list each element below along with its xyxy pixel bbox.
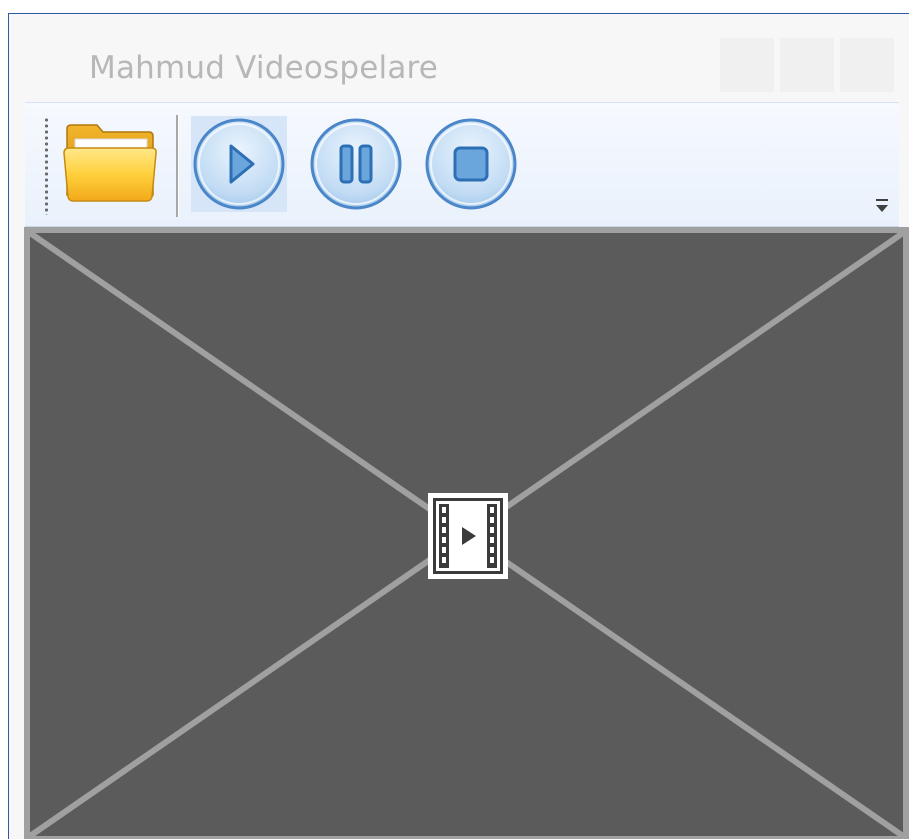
toolbar <box>25 102 899 227</box>
toolbar-overflow-button[interactable] <box>874 197 890 215</box>
toolbar-overflow-icon <box>876 199 888 212</box>
stop-button[interactable] <box>423 116 519 212</box>
window-title: Mahmud Videospelare <box>89 50 439 86</box>
toolbar-separator <box>176 115 179 217</box>
video-display[interactable] <box>24 227 909 839</box>
play-button[interactable] <box>191 116 287 212</box>
title-bar[interactable]: Mahmud Videospelare <box>9 14 909 100</box>
open-file-button[interactable] <box>61 121 161 205</box>
video-placeholder-icon <box>428 493 508 579</box>
minimize-button[interactable] <box>720 38 774 92</box>
video-player-window: Mahmud Videospelare <box>8 13 909 839</box>
close-button[interactable] <box>840 38 894 92</box>
maximize-button[interactable] <box>780 38 834 92</box>
toolbar-grip[interactable] <box>44 117 49 215</box>
pause-icon <box>310 118 402 210</box>
stop-icon <box>425 118 517 210</box>
pause-button[interactable] <box>308 116 404 212</box>
play-icon <box>193 118 285 210</box>
folder-icon <box>63 124 157 202</box>
